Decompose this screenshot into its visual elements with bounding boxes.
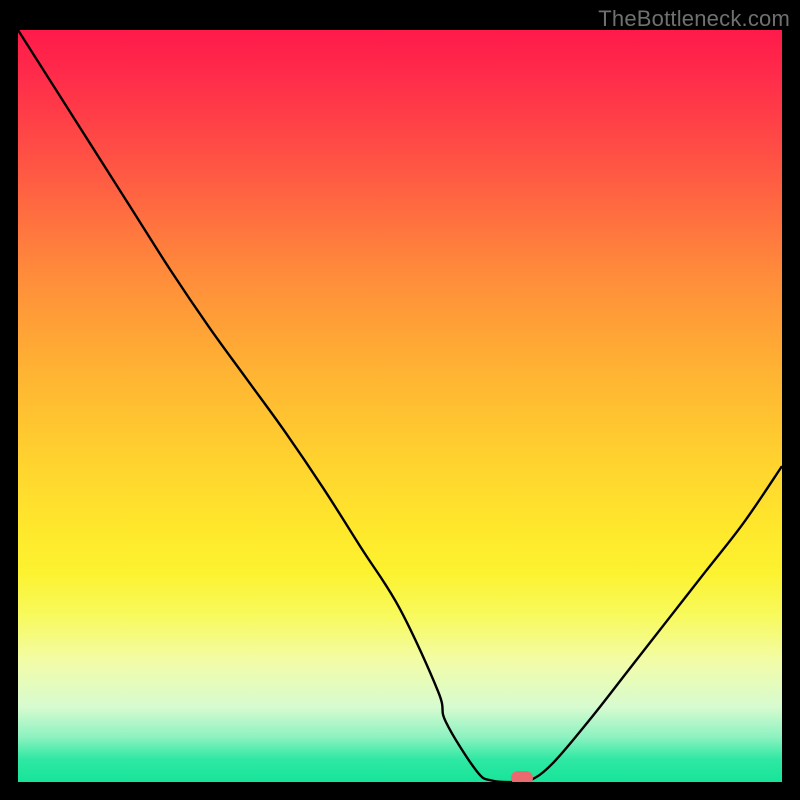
optimal-point-marker bbox=[511, 771, 533, 782]
plot-area bbox=[18, 30, 782, 782]
watermark-text: TheBottleneck.com bbox=[598, 6, 790, 32]
curve-path bbox=[18, 30, 782, 782]
chart-frame: TheBottleneck.com bbox=[0, 0, 800, 800]
bottleneck-curve bbox=[18, 30, 782, 782]
